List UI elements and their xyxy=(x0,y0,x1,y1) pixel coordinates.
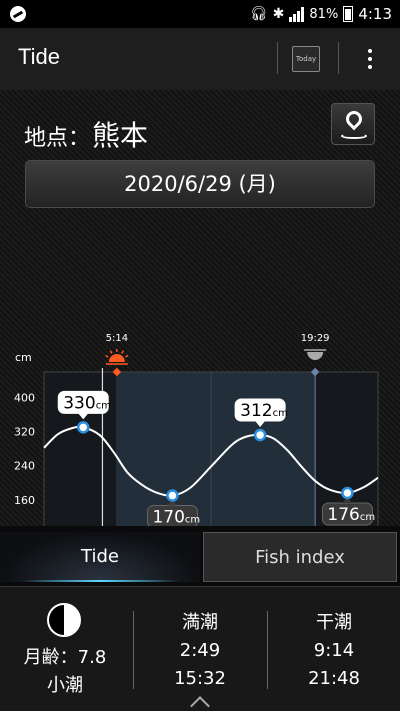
today-button[interactable]: Today xyxy=(292,46,320,72)
location: 地点： 熊本 xyxy=(24,114,148,154)
sunrise-icon-ray xyxy=(105,354,109,358)
status-icons: 🎧︎ ✱ 81% 4:13 xyxy=(250,4,392,24)
tide-peak-point xyxy=(166,489,179,502)
app-title: Tide xyxy=(18,44,60,69)
sunrise-icon-ray xyxy=(125,354,129,358)
battery-icon xyxy=(343,6,354,22)
moon-age: 月齢：7.8 xyxy=(23,647,107,668)
location-label: 地点： xyxy=(24,126,91,151)
y-tick-label: 400 xyxy=(14,392,35,405)
high-tide-column: 満潮 2:49 15:32 xyxy=(134,609,266,693)
moon-phase-icon xyxy=(47,603,81,637)
bluetooth-icon: ✱ xyxy=(272,6,285,22)
signal-icon xyxy=(289,6,305,22)
low-tide-time: 21:48 xyxy=(308,668,360,689)
tab-tide[interactable]: Tide xyxy=(0,532,200,582)
status-bar: 🎧︎ ✱ 81% 4:13 xyxy=(0,0,400,28)
sunrise-time: 5:14 xyxy=(106,333,128,344)
tide-peak-point xyxy=(341,486,354,500)
app-notification-icon xyxy=(10,6,26,22)
sunset-icon xyxy=(307,352,324,360)
sunrise-icon xyxy=(108,354,125,362)
info-panel: 月齢：7.8 小潮 満潮 2:49 15:32 干潮 9:14 21:48 xyxy=(0,586,400,711)
high-tide-time: 2:49 xyxy=(179,640,221,661)
overflow-menu-button[interactable] xyxy=(358,44,382,74)
y-tick-label: 240 xyxy=(14,460,35,473)
y-axis-unit: cm xyxy=(15,351,32,364)
divider xyxy=(277,42,278,74)
tab-bar: Tide Fish index xyxy=(0,526,400,586)
main-content: 地点： 熊本 2020/6/29 (月) 5:14 19:29 cm 400 320 24… xyxy=(0,90,400,604)
chevron-up-icon[interactable] xyxy=(190,696,210,711)
high-tide-title: 満潮 xyxy=(182,612,218,633)
headphones-icon: 🎧︎ xyxy=(249,6,268,22)
y-tick-label: 320 xyxy=(14,426,35,439)
sunset-time: 19:29 xyxy=(301,333,330,344)
high-tide-time: 15:32 xyxy=(174,668,226,689)
tide-type: 小潮 xyxy=(47,675,83,696)
tide-peak-point xyxy=(76,421,90,434)
map-pin-button[interactable] xyxy=(331,103,375,145)
battery-percent: 81% xyxy=(309,6,339,22)
divider xyxy=(338,42,339,74)
clock: 4:13 xyxy=(358,5,392,23)
tab-fish-index[interactable]: Fish index xyxy=(203,532,397,582)
low-tide-column: 干潮 9:14 21:48 xyxy=(268,609,400,693)
app-bar: Tide Today xyxy=(0,28,400,90)
y-tick-label: 160 xyxy=(14,494,35,507)
sunrise-icon-ray xyxy=(121,350,124,354)
date-picker-button[interactable]: 2020/6/29 (月) xyxy=(25,160,375,208)
tide-peak-point xyxy=(253,428,267,442)
location-value: 熊本 xyxy=(92,119,149,152)
low-tide-title: 干潮 xyxy=(316,612,352,633)
sunrise-icon-ray xyxy=(109,350,113,354)
low-tide-time: 9:14 xyxy=(313,640,355,661)
map-pin-icon xyxy=(342,107,366,131)
